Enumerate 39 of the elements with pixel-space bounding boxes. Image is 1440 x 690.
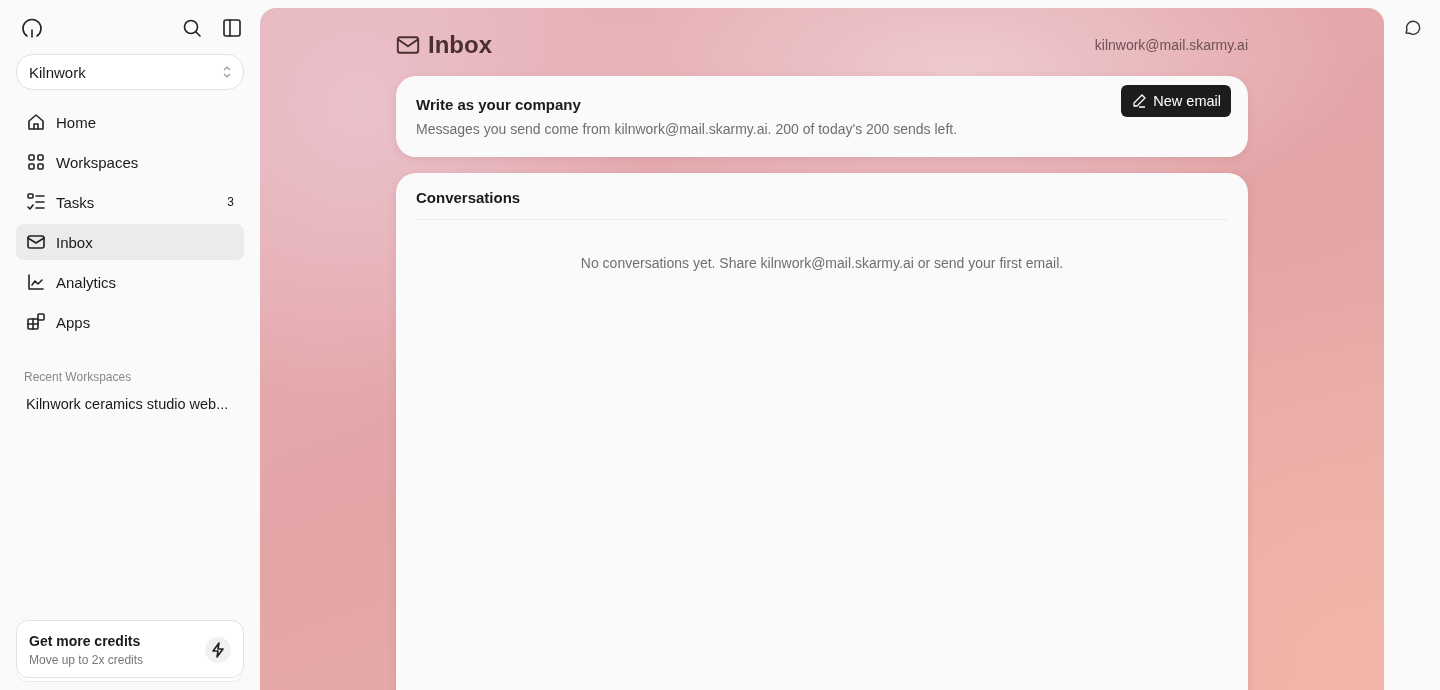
logo-icon (20, 16, 44, 40)
card-subtitle: Move up to 2x credits (29, 653, 145, 667)
task-count: 3 (227, 195, 234, 209)
chevron-updown-icon (223, 66, 231, 78)
mail-icon (26, 232, 46, 252)
line-chart-icon (26, 272, 46, 292)
panel-title: Conversations (416, 189, 521, 206)
section-heading: Recent Workspaces (24, 370, 133, 384)
mail-icon (396, 33, 420, 57)
workspace-selector[interactable]: Kilnwork (16, 54, 244, 90)
workspace-name: Kilnwork (29, 63, 87, 81)
checklist-icon (26, 192, 46, 212)
nav-item[interactable]: Workspaces (16, 144, 244, 180)
nav-item[interactable]: Tasks 3 (16, 184, 244, 220)
card-title: Write as your company (416, 96, 582, 113)
nav-item[interactable]: Inbox (16, 224, 244, 260)
card-description: Messages you send come from kilnwork@mail.skarmy.ai. 200 of today's 200 sends left. (416, 121, 959, 137)
lightning-icon (205, 637, 231, 663)
nav-label: Inbox (56, 233, 94, 251)
recent-workspace-link[interactable]: Kilnwork ceramics studio web... (26, 396, 244, 412)
card-title: Get more credits (29, 633, 142, 649)
nav-label: Tasks (56, 193, 96, 211)
nav-label: Workspaces (56, 153, 140, 171)
pencil-icon (1131, 92, 1148, 109)
empty-state-text: No conversations yet. Share kilnwork@mail.skarmy.ai or send your first email. (579, 255, 1065, 271)
search-button[interactable] (182, 18, 202, 38)
nav-item[interactable]: Apps (16, 304, 244, 340)
sidebar-toggle-button[interactable] (222, 18, 242, 38)
new-email-button[interactable]: New email (1121, 84, 1231, 117)
apps-icon (26, 312, 46, 332)
nav-item[interactable]: Analytics (16, 264, 244, 300)
nav-label: Analytics (56, 273, 118, 291)
home-icon (26, 112, 46, 132)
email-address: kilnwork@mail.skarmy.ai (1094, 37, 1248, 53)
nav-label: Home (56, 113, 97, 131)
grid-icon (26, 152, 46, 172)
page-title: Inbox (428, 31, 493, 59)
nav-label: Apps (56, 313, 92, 331)
nav-item[interactable]: Home (16, 104, 244, 140)
